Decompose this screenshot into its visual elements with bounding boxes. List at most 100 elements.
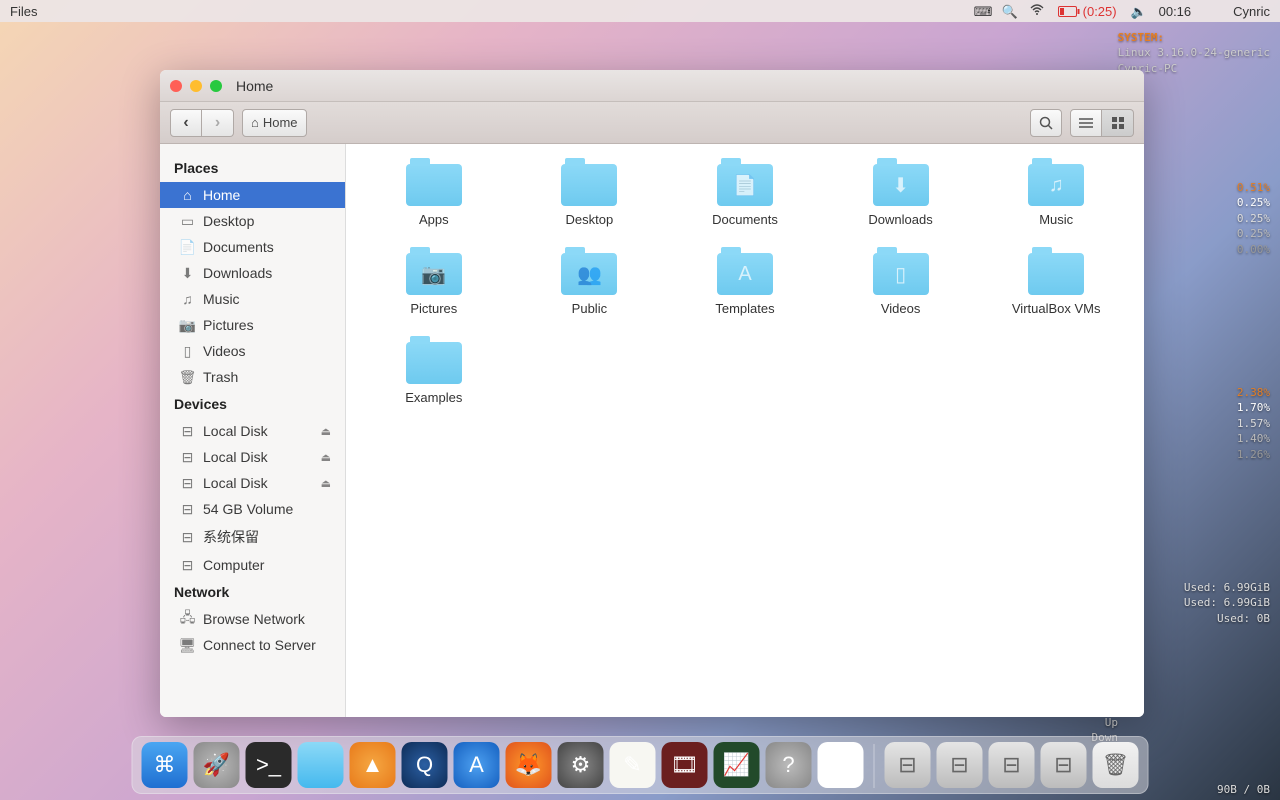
sidebar-place-trash[interactable]: 🗑Trash xyxy=(160,364,345,390)
sidebar-network-1[interactable]: 🖥Connect to Server xyxy=(160,632,345,658)
dock-drive4[interactable]: ⊟ xyxy=(1041,742,1087,788)
folder-view[interactable]: Apps Desktop 📄 Documents ⬇Downloads ♫ Music 📷Pi… xyxy=(346,144,1144,717)
folder-virtualbox-vms[interactable]: VirtualBox VMs xyxy=(988,253,1124,316)
dock-vlc[interactable]: ▲ xyxy=(350,742,396,788)
clock[interactable]: 00:16 xyxy=(1159,4,1192,19)
dock-trash[interactable]: 🗑 xyxy=(1093,742,1139,788)
folder-label: Templates xyxy=(715,301,774,316)
folder-label: Videos xyxy=(881,301,921,316)
dock-settings[interactable]: ⚙ xyxy=(558,742,604,788)
dock-appstore[interactable]: A xyxy=(454,742,500,788)
sidebar-place-music[interactable]: ♫Music xyxy=(160,286,345,312)
sidebar-place-desktop[interactable]: ▭Desktop xyxy=(160,208,345,234)
sidebar-device-1[interactable]: ⊟Local Disk⏏ xyxy=(160,444,345,470)
sidebar-device-2[interactable]: ⊟Local Disk⏏ xyxy=(160,470,345,496)
dock-textedit[interactable]: ✎ xyxy=(610,742,656,788)
top-menu-bar: Files ⌨ 🔍 (0:25) 🔈 00:16 Cynric xyxy=(0,0,1280,22)
network-header: Network xyxy=(160,578,345,606)
sidebar-item-label: Downloads xyxy=(203,265,272,281)
dock-finder[interactable]: ⌘ xyxy=(142,742,188,788)
dock-quicktime[interactable]: Q xyxy=(402,742,448,788)
sidebar-network-0[interactable]: 🖧Browse Network xyxy=(160,606,345,632)
volume-icon[interactable]: 🔈 xyxy=(1131,4,1145,18)
dock-monitor[interactable]: 📈 xyxy=(714,742,760,788)
sidebar-place-home[interactable]: ⌂Home xyxy=(160,182,345,208)
forward-button[interactable]: › xyxy=(202,109,234,137)
sidebar-place-videos[interactable]: ▯Videos xyxy=(160,338,345,364)
dock-drive2[interactable]: ⊟ xyxy=(937,742,983,788)
folder-icon: 👥 xyxy=(561,253,617,295)
media-icon: 🎞 xyxy=(671,752,699,778)
wifi-icon[interactable] xyxy=(1030,4,1044,18)
folder-icon xyxy=(1028,253,1084,295)
folder-apps[interactable]: Apps xyxy=(366,164,502,227)
folder-icon: A xyxy=(717,253,773,295)
folder-templates[interactable]: A Templates xyxy=(677,253,813,316)
icon-view-button[interactable] xyxy=(1102,109,1134,137)
battery-indicator[interactable]: (0:25) xyxy=(1058,4,1117,19)
maximize-button[interactable] xyxy=(210,80,222,92)
network-icon: 🖧 xyxy=(180,613,195,626)
path-button[interactable]: ⌂ Home xyxy=(242,109,307,137)
sidebar-place-documents[interactable]: 📄Documents xyxy=(160,234,345,260)
cpu-meters-1: 0.51% 0.25% 0.25% 0.25% 0.00% xyxy=(1237,180,1270,257)
system-overlay: SYSTEM: Linux 3.16.0-24-generic Cynric-P… xyxy=(1118,30,1270,76)
drive4-icon: ⊟ xyxy=(1054,752,1072,778)
folder-label: Music xyxy=(1039,212,1073,227)
eject-icon[interactable]: ⏏ xyxy=(321,451,331,464)
apple-icon[interactable] xyxy=(1205,4,1219,18)
disk-icon: ⊟ xyxy=(180,425,195,438)
sidebar-item-label: Connect to Server xyxy=(203,637,316,653)
sidebar-item-label: Local Disk xyxy=(203,423,268,439)
sidebar-place-pictures[interactable]: 📷Pictures xyxy=(160,312,345,338)
dock-help[interactable]: ? xyxy=(766,742,812,788)
sidebar-device-0[interactable]: ⊟ Local Disk ⏏ xyxy=(160,418,345,444)
folder-icon: 📄 xyxy=(717,164,773,206)
dock-launcher[interactable]: 🚀 xyxy=(194,742,240,788)
devices-header: Devices xyxy=(160,390,345,418)
folder-label: VirtualBox VMs xyxy=(1012,301,1101,316)
folder-videos[interactable]: ▯Videos xyxy=(833,253,969,316)
folder-pictures[interactable]: 📷Pictures xyxy=(366,253,502,316)
dock-chrome[interactable]: ◉ xyxy=(818,742,864,788)
folder-label: Documents xyxy=(712,212,778,227)
vlc-icon: ▲ xyxy=(362,752,384,778)
place-icon: ⬇ xyxy=(180,267,195,280)
dock-media[interactable]: 🎞 xyxy=(662,742,708,788)
search-button[interactable] xyxy=(1030,109,1062,137)
sidebar-place-downloads[interactable]: ⬇ Downloads xyxy=(160,260,345,286)
user-menu[interactable]: Cynric xyxy=(1233,4,1270,19)
keyboard-icon[interactable]: ⌨ xyxy=(974,4,988,18)
eject-icon[interactable]: ⏏ xyxy=(321,477,331,490)
sidebar-device-5[interactable]: ⊟Computer xyxy=(160,552,345,578)
app-menu-label[interactable]: Files xyxy=(10,4,37,19)
dock-firefox[interactable]: 🦊 xyxy=(506,742,552,788)
disk-icon: ⊟ xyxy=(180,559,195,572)
folder-documents[interactable]: 📄 Documents xyxy=(677,164,813,227)
dock-drive1[interactable]: ⊟ xyxy=(885,742,931,788)
search-icon[interactable]: 🔍 xyxy=(1002,4,1016,18)
dock-drive3[interactable]: ⊟ xyxy=(989,742,1035,788)
sidebar-device-4[interactable]: ⊟系统保留 xyxy=(160,522,345,552)
minimize-button[interactable] xyxy=(190,80,202,92)
dock-files[interactable] xyxy=(298,742,344,788)
folder-icon: 📷 xyxy=(406,253,462,295)
list-view-button[interactable] xyxy=(1070,109,1102,137)
folder-downloads[interactable]: ⬇Downloads xyxy=(833,164,969,227)
back-button[interactable]: ‹ xyxy=(170,109,202,137)
dock-terminal[interactable]: >_ xyxy=(246,742,292,788)
trash-icon: 🗑 xyxy=(1102,752,1130,778)
file-manager-window: Home ‹ › ⌂ Home Places ⌂Home▭Desktop📄Doc… xyxy=(160,70,1144,717)
help-icon: ? xyxy=(782,752,794,778)
eject-icon[interactable]: ⏏ xyxy=(321,425,331,438)
window-title: Home xyxy=(236,78,273,94)
folder-public[interactable]: 👥Public xyxy=(522,253,658,316)
sidebar-device-3[interactable]: ⊟54 GB Volume xyxy=(160,496,345,522)
folder-music[interactable]: ♫ Music xyxy=(988,164,1124,227)
window-titlebar[interactable]: Home xyxy=(160,70,1144,102)
folder-icon: ♫ xyxy=(1028,164,1084,206)
folder-desktop[interactable]: Desktop xyxy=(522,164,658,227)
folder-label: Examples xyxy=(405,390,462,405)
folder-examples[interactable]: Examples xyxy=(366,342,502,405)
close-button[interactable] xyxy=(170,80,182,92)
